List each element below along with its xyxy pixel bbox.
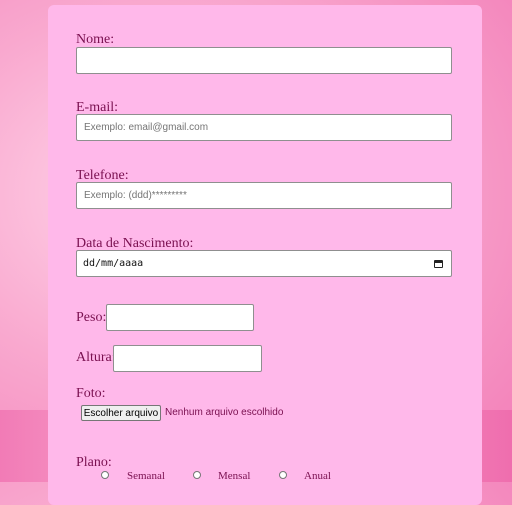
altura-label: Altura: bbox=[76, 350, 116, 365]
radio-semanal[interactable] bbox=[101, 471, 109, 479]
peso-input[interactable] bbox=[106, 304, 254, 331]
radio-anual-label: Anual bbox=[304, 470, 331, 482]
file-status-text: Nenhum arquivo escolhido bbox=[165, 407, 284, 418]
choose-file-button[interactable]: Escolher arquivo bbox=[81, 405, 161, 421]
peso-label: Peso: bbox=[76, 310, 107, 325]
radio-anual[interactable] bbox=[279, 471, 287, 479]
nome-label: Nome: bbox=[76, 32, 115, 47]
foto-label: Foto: bbox=[76, 386, 106, 401]
nome-input[interactable] bbox=[76, 47, 452, 74]
email-input[interactable]: Exemplo: email@gmail.com bbox=[76, 114, 452, 141]
telefone-placeholder: Exemplo: (ddd)********* bbox=[84, 190, 187, 201]
altura-input[interactable] bbox=[113, 345, 262, 372]
plano-label: Plano: bbox=[76, 455, 112, 470]
radio-mensal[interactable] bbox=[193, 471, 201, 479]
nascimento-date-input[interactable]: dd/mm/aaaa bbox=[76, 250, 452, 277]
date-format-text: dd/mm/aaaa bbox=[83, 258, 144, 269]
radio-mensal-label: Mensal bbox=[218, 470, 251, 482]
radio-semanal-label: Semanal bbox=[127, 470, 165, 482]
telefone-input[interactable]: Exemplo: (ddd)********* bbox=[76, 182, 452, 209]
calendar-icon[interactable] bbox=[434, 260, 443, 268]
email-placeholder: Exemplo: email@gmail.com bbox=[84, 122, 209, 133]
